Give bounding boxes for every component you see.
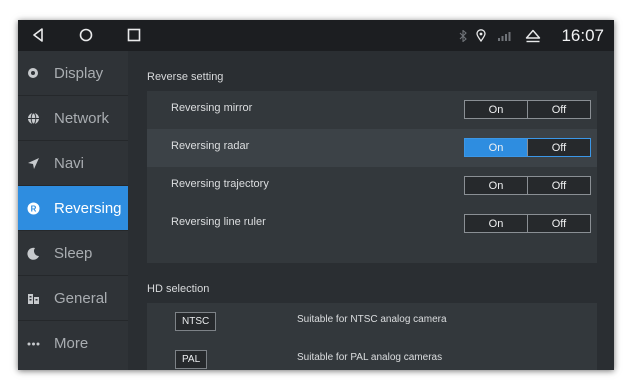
sidebar-item-more[interactable]: More xyxy=(18,321,128,366)
hd-option-description: Suitable for NTSC analog camera xyxy=(297,314,447,325)
toggle-on-button[interactable]: On xyxy=(465,101,527,118)
section-title-hd: HD selection xyxy=(147,283,210,295)
hd-option-description: Suitable for PAL analog cameras xyxy=(297,352,443,363)
toggle-off-button[interactable]: Off xyxy=(527,139,590,156)
reversing-mirror-toggle: On Off xyxy=(464,100,591,119)
toggle-off-button[interactable]: Off xyxy=(527,101,590,118)
svg-text:R: R xyxy=(30,204,36,213)
reversing-trajectory-toggle: On Off xyxy=(464,176,591,195)
reversing-radar-toggle: On Off xyxy=(464,138,591,157)
more-dots-icon xyxy=(26,337,40,351)
hd-option-ntsc[interactable]: NTSC Suitable for NTSC analog camera xyxy=(147,303,597,341)
signal-icon xyxy=(496,20,512,51)
sidebar-item-label: Navi xyxy=(54,154,85,172)
recents-icon[interactable] xyxy=(122,23,146,47)
navigation-arrow-icon xyxy=(26,156,40,170)
reversing-line-ruler-toggle: On Off xyxy=(464,214,591,233)
toggle-on-button[interactable]: On xyxy=(465,177,527,194)
back-icon[interactable] xyxy=(26,23,50,47)
moon-icon xyxy=(26,246,40,260)
location-icon xyxy=(474,20,488,51)
hd-option-badge: NTSC xyxy=(175,312,217,331)
toggle-on-button[interactable]: On xyxy=(465,215,527,232)
sidebar-item-sleep[interactable]: Sleep xyxy=(18,231,128,276)
settings-sidebar: Display Network Navi R Reversing Sleep G… xyxy=(18,51,128,370)
sidebar-item-label: General xyxy=(54,289,108,307)
building-icon xyxy=(26,291,40,305)
clock: 16:07 xyxy=(561,26,604,45)
eject-icon[interactable] xyxy=(524,20,542,51)
sidebar-item-navi[interactable]: Navi xyxy=(18,141,128,186)
sidebar-item-general[interactable]: General xyxy=(18,276,128,321)
settings-content: Reverse setting Reversing mirror On Off … xyxy=(128,51,614,370)
setting-row-reversing-mirror: Reversing mirror On Off xyxy=(147,91,597,129)
hd-option-pal[interactable]: PAL Suitable for PAL analog cameras xyxy=(147,341,597,370)
setting-label: Reversing radar xyxy=(171,140,250,152)
toggle-off-button[interactable]: Off xyxy=(527,215,590,232)
sidebar-item-network[interactable]: Network xyxy=(18,96,128,141)
head-unit-screen: 16:07 Display Network Navi R Reversing S… xyxy=(18,20,614,370)
display-icon xyxy=(26,66,40,80)
globe-icon xyxy=(26,111,40,125)
sidebar-item-label: Display xyxy=(54,64,104,82)
setting-label: Reversing trajectory xyxy=(171,178,269,190)
section-title-reverse: Reverse setting xyxy=(147,71,224,83)
reverse-settings-panel: Reversing mirror On Off Reversing radar … xyxy=(147,91,597,263)
reverse-icon: R xyxy=(26,201,40,215)
setting-row-reversing-trajectory: Reversing trajectory On Off xyxy=(147,167,597,205)
home-icon[interactable] xyxy=(74,23,98,47)
hd-selection-panel: NTSC Suitable for NTSC analog camera PAL… xyxy=(147,303,597,370)
setting-row-reversing-line-ruler: Reversing line ruler On Off xyxy=(147,205,597,243)
sidebar-item-label: Sleep xyxy=(54,244,93,262)
hd-option-badge: PAL xyxy=(175,350,208,369)
setting-label: Reversing line ruler xyxy=(171,216,266,228)
setting-label: Reversing mirror xyxy=(171,102,253,114)
toggle-on-button[interactable]: On xyxy=(465,139,527,156)
sidebar-item-label: More xyxy=(54,335,89,352)
setting-row-reversing-radar: Reversing radar On Off xyxy=(147,129,597,167)
sidebar-item-reversing[interactable]: R Reversing xyxy=(18,186,128,231)
sidebar-item-label: Network xyxy=(54,109,110,127)
status-bar: 16:07 xyxy=(18,20,614,51)
bluetooth-icon xyxy=(456,20,470,51)
sidebar-item-label: Reversing xyxy=(54,199,122,217)
toggle-off-button[interactable]: Off xyxy=(527,177,590,194)
sidebar-item-display[interactable]: Display xyxy=(18,51,128,96)
